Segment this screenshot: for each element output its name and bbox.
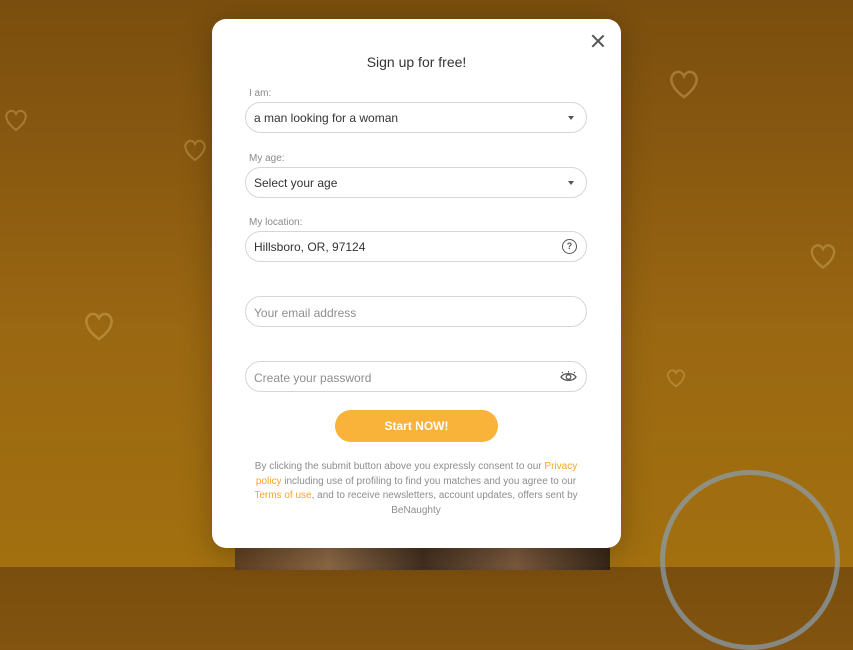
age-select-placeholder: Select your age [254,176,338,190]
chevron-down-icon [568,181,574,185]
age-select[interactable]: Select your age [245,167,587,198]
chevron-down-icon [568,116,574,120]
location-input-value: Hillsboro, OR, 97124 [254,240,366,254]
heart-outline-icon [808,242,838,270]
iam-label: I am: [249,88,272,99]
signup-modal: Sign up for free! I am: a man looking fo… [212,19,621,548]
start-now-button[interactable]: Start NOW! [335,410,498,442]
terms-of-use-link[interactable]: Terms of use [254,490,311,501]
iam-select[interactable]: a man looking for a woman [245,102,587,133]
legal-text: By clicking the submit button above you … [246,460,586,518]
legal-text-part1: By clicking the submit button above you … [254,461,542,472]
legal-text-part2: including use of profiling to find you m… [284,475,577,487]
password-field-placeholder: Create your password [254,371,372,385]
iam-select-value: a man looking for a woman [254,111,399,125]
modal-title: Sign up for free! [366,54,467,70]
legal-text-part3: , and to receive newsletters, account up… [311,490,578,516]
heart-outline-icon [3,108,29,132]
password-field[interactable]: Create your password [245,361,587,392]
heart-outline-icon [82,310,116,342]
email-field-placeholder: Your email address [254,306,357,320]
location-label: My location: [249,217,303,228]
heart-outline-icon [182,138,208,162]
close-icon[interactable] [589,32,607,50]
eye-icon[interactable] [560,371,577,383]
heart-outline-icon [667,68,701,100]
background-arc-decoration [660,470,840,650]
location-input[interactable]: Hillsboro, OR, 97124 ? [245,231,587,262]
age-label: My age: [249,153,285,164]
help-icon[interactable]: ? [562,239,577,254]
heart-outline-icon [665,368,687,388]
email-field[interactable]: Your email address [245,296,587,327]
